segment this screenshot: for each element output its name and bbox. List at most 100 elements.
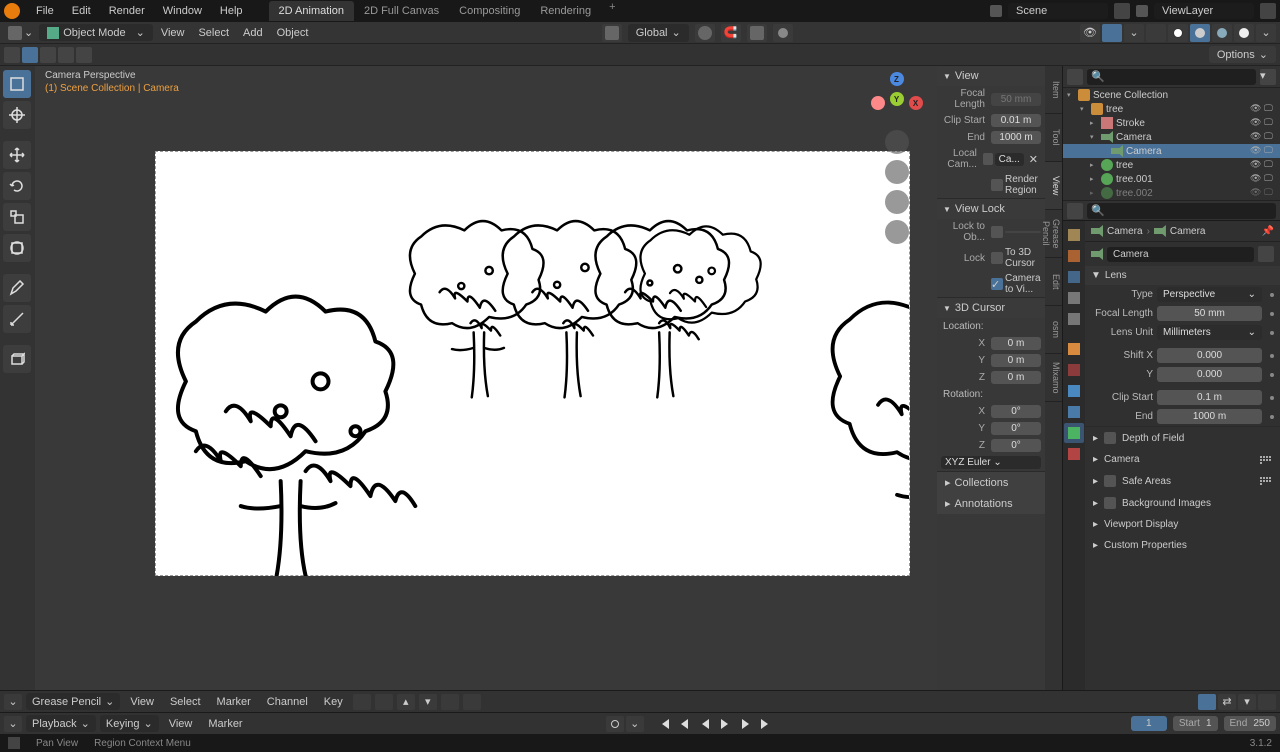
prop-tab-data-camera[interactable] <box>1064 423 1084 443</box>
eye-icon[interactable]: 👁 <box>1250 173 1262 185</box>
dopesheet-channel-menu[interactable]: Channel <box>261 694 314 710</box>
outliner-tree[interactable]: ▾ Scene Collection ▾ tree 👁🖵 ▸ Stroke 👁🖵… <box>1063 88 1280 200</box>
disable-icon[interactable]: 🖵 <box>1264 187 1276 199</box>
tool-scale[interactable] <box>3 203 31 231</box>
autokey-dropdown[interactable]: ⌄ <box>626 716 644 732</box>
cursor-rot-z[interactable]: 0° <box>991 439 1041 452</box>
prop-tab-output[interactable] <box>1064 246 1084 266</box>
dopesheet-editor-type[interactable]: ⌄ <box>4 694 22 710</box>
timeline-marker-menu[interactable]: Marker <box>202 716 248 732</box>
scene-new-button[interactable] <box>1114 3 1130 19</box>
workspace-tab-compositing[interactable]: Compositing <box>449 1 530 21</box>
shading-rendered[interactable] <box>1234 24 1254 42</box>
dopesheet-filter-1[interactable]: ⇄ <box>1218 694 1236 710</box>
outliner-row[interactable]: Camera 👁🖵 <box>1063 144 1280 158</box>
dopesheet-btn-6[interactable] <box>463 694 481 710</box>
dopesheet-marker-menu[interactable]: Marker <box>211 694 257 710</box>
autokey-toggle[interactable] <box>606 716 624 732</box>
timeline-view-menu[interactable]: View <box>163 716 199 732</box>
lockto-eyedropper[interactable] <box>991 226 1003 238</box>
prop-tab-material[interactable] <box>1064 444 1084 464</box>
view-clipstart-field[interactable]: 0.01 m <box>991 114 1041 127</box>
panel-camera-header[interactable]: ▸Camera <box>1085 449 1280 470</box>
cursor-loc-z[interactable]: 0 m <box>991 371 1041 384</box>
dopesheet-key-menu[interactable]: Key <box>318 694 349 710</box>
dopesheet-select-menu[interactable]: Select <box>164 694 207 710</box>
ntab-osm[interactable]: osm <box>1045 306 1062 354</box>
header-add-menu[interactable]: Add <box>237 25 269 41</box>
panel-bgimages-header[interactable]: ▸Background Images <box>1085 492 1280 514</box>
eye-icon[interactable]: 👁 <box>1250 145 1262 157</box>
dopesheet-btn-3[interactable]: ▴ <box>397 694 415 710</box>
outliner-row[interactable]: ▾ Camera 👁🖵 <box>1063 130 1280 144</box>
workspace-tab-rendering[interactable]: Rendering <box>530 1 601 21</box>
menu-help[interactable]: Help <box>212 3 251 19</box>
ntab-view[interactable]: View <box>1045 162 1062 210</box>
lens-unit-dropdown[interactable]: Millimeters⌄ <box>1157 325 1262 340</box>
tool-settings-btn-2[interactable] <box>22 47 38 63</box>
outliner-scene-collection[interactable]: ▾ Scene Collection <box>1063 88 1280 102</box>
disable-icon[interactable]: 🖵 <box>1264 159 1276 171</box>
tool-rotate[interactable] <box>3 172 31 200</box>
dopesheet-view-menu[interactable]: View <box>124 694 160 710</box>
lockto-field[interactable] <box>1005 231 1041 233</box>
eye-icon[interactable]: 👁 <box>1250 103 1262 115</box>
zoom-gizmo[interactable] <box>885 130 909 154</box>
panel-collections-header[interactable]: ▸Collections <box>937 472 1045 493</box>
prop-tab-world[interactable] <box>1064 309 1084 329</box>
tool-move[interactable] <box>3 141 31 169</box>
localcam-eyedropper[interactable] <box>983 153 993 165</box>
keyframe-prev-button[interactable] <box>676 716 694 732</box>
grid-icon[interactable] <box>1260 477 1272 485</box>
dopesheet-btn-5[interactable] <box>441 694 459 710</box>
prop-tab-object[interactable] <box>1064 339 1084 359</box>
visibility-dropdown[interactable]: 👁 <box>1080 24 1100 42</box>
tool-cursor[interactable] <box>3 101 31 129</box>
tool-select-box[interactable] <box>3 70 31 98</box>
safeareas-enable-checkbox[interactable] <box>1104 475 1116 487</box>
transform-orientation-dropdown[interactable]: Global⌄ <box>628 24 689 42</box>
tool-annotate[interactable] <box>3 274 31 302</box>
play-reverse-button[interactable] <box>696 716 714 732</box>
ntab-tool[interactable]: Tool <box>1045 114 1062 162</box>
outliner-row[interactable]: ▸ Stroke 👁🖵 <box>1063 116 1280 130</box>
panel-annotations-header[interactable]: ▸Annotations <box>937 493 1045 514</box>
tool-settings-btn-1[interactable] <box>4 47 20 63</box>
disable-icon[interactable]: 🖵 <box>1264 145 1276 157</box>
lens-focal-field[interactable]: 50 mm <box>1157 306 1262 321</box>
disable-icon[interactable]: 🖵 <box>1264 173 1276 185</box>
workspace-tab-2d-animation[interactable]: 2D Animation <box>269 1 354 21</box>
gizmo-toggle[interactable] <box>1102 24 1122 42</box>
lens-type-dropdown[interactable]: Perspective⌄ <box>1157 287 1262 302</box>
ntab-item[interactable]: Item <box>1045 66 1062 114</box>
keying-dropdown[interactable]: Keying⌄ <box>100 715 159 732</box>
viewlayer-new-button[interactable] <box>1260 3 1276 19</box>
shading-solid[interactable] <box>1190 24 1210 42</box>
eye-icon[interactable]: 👁 <box>1250 159 1262 171</box>
panel-safeareas-header[interactable]: ▸Safe Areas <box>1085 470 1280 492</box>
header-view-menu[interactable]: View <box>155 25 191 41</box>
viewlayer-selector[interactable]: ViewLayer <box>1154 3 1254 19</box>
ntab-greasepencil[interactable]: Grease Pencil <box>1045 210 1062 258</box>
dopesheet-summary-toggle[interactable] <box>1198 694 1216 710</box>
workspace-add-button[interactable]: + <box>609 1 615 21</box>
lens-shiftx-field[interactable]: 0.000 <box>1157 348 1262 363</box>
camera-datablock-button[interactable] <box>1258 246 1274 262</box>
lens-panel-header[interactable]: ▼Lens <box>1085 266 1280 285</box>
xray-toggle[interactable] <box>1146 24 1166 42</box>
keyframe-next-button[interactable] <box>736 716 754 732</box>
eye-icon[interactable]: 👁 <box>1250 117 1262 129</box>
camera-name-field[interactable]: Camera <box>1107 247 1254 262</box>
camera-gizmo[interactable] <box>885 190 909 214</box>
eye-icon[interactable]: 👁 <box>1250 131 1262 143</box>
pivot-dropdown[interactable] <box>695 24 715 42</box>
ntab-mixamo[interactable]: Mixamo <box>1045 354 1062 402</box>
tool-add-primitive[interactable] <box>3 345 31 373</box>
shading-material[interactable] <box>1212 24 1232 42</box>
menu-window[interactable]: Window <box>155 3 210 19</box>
panel-custom-props-header[interactable]: ▸Custom Properties <box>1085 535 1280 556</box>
outliner-search[interactable]: 🔍 <box>1087 69 1256 85</box>
grid-icon[interactable] <box>1260 456 1272 464</box>
header-object-menu[interactable]: Object <box>271 25 315 41</box>
dopesheet-btn-1[interactable] <box>353 694 371 710</box>
